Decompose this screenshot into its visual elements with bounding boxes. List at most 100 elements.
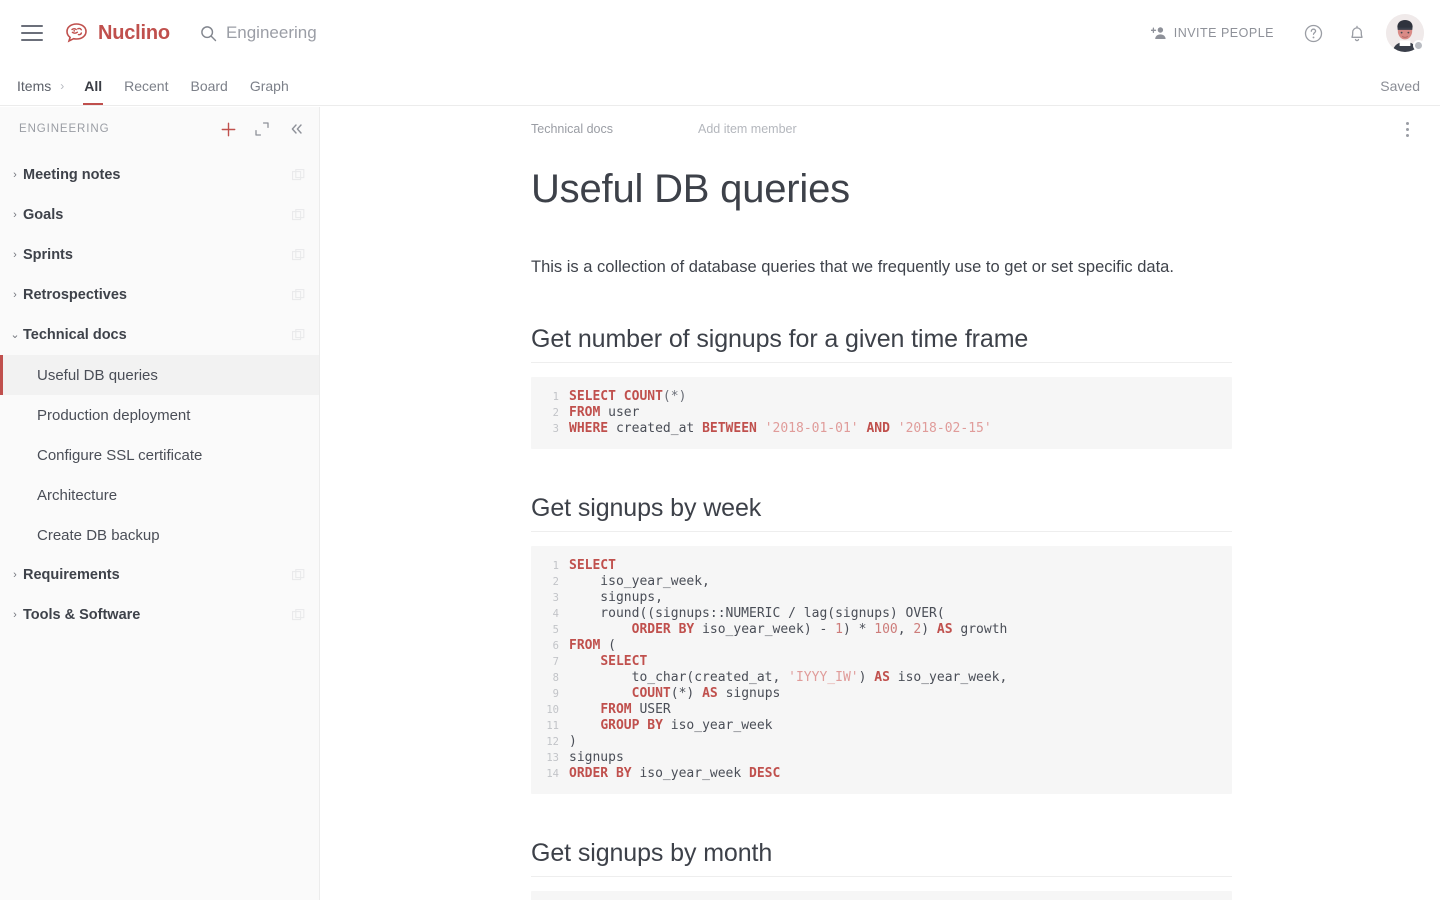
sidebar-group-label: Requirements: [23, 567, 120, 583]
code-token: iso_year_week) -: [702, 622, 835, 637]
save-status: Saved: [1380, 78, 1440, 94]
sidebar-item-useful-db-queries[interactable]: Useful DB queries: [0, 355, 319, 395]
code-token: FROM: [569, 638, 608, 653]
code-line-number: 9: [531, 686, 569, 702]
chevron-right-icon: ›: [9, 170, 21, 181]
document-intro[interactable]: This is a collection of database queries…: [531, 255, 1340, 280]
code-token: ): [569, 734, 577, 749]
page-title[interactable]: Useful DB queries: [531, 165, 1340, 213]
sidebar-item-label: Configure SSL certificate: [37, 447, 202, 464]
code-line: 10 FROM USER: [531, 702, 1232, 718]
code-line-number: 2: [531, 405, 569, 421]
code-line-number: 1: [531, 558, 569, 574]
sidebar-group-requirements[interactable]: › Requirements: [0, 555, 319, 595]
code-line-number: 3: [531, 421, 569, 437]
vertical-dots-icon[interactable]: [1397, 119, 1417, 139]
code-line-number: 4: [531, 606, 569, 622]
expand-button[interactable]: [253, 120, 271, 138]
tab-recent[interactable]: Recent: [113, 66, 179, 105]
breadcrumb-chevron-icon: ›: [60, 79, 64, 93]
sidebar-group-goals[interactable]: › Goals: [0, 195, 319, 235]
notifications-button[interactable]: [1342, 18, 1372, 48]
code-line-number: 3: [531, 590, 569, 606]
sidebar-group-tools-and-software[interactable]: › Tools & Software: [0, 595, 319, 635]
code-token: SELECT: [600, 654, 647, 669]
code-line-number: 1: [531, 389, 569, 405]
code-token: ORDER BY: [569, 766, 639, 781]
code-token: BETWEEN: [702, 421, 765, 436]
hamburger-bar: [21, 25, 43, 27]
tab-board[interactable]: Board: [179, 66, 238, 105]
code-token: 100: [874, 622, 897, 637]
expand-arrows-icon: [255, 122, 269, 136]
sidebar-item-configure-ssl-certificate[interactable]: Configure SSL certificate: [0, 435, 319, 475]
document-pane: Technical docs Add item member Useful DB…: [320, 107, 1440, 900]
code-token: FROM: [600, 702, 639, 717]
code-token: growth: [960, 622, 1007, 637]
code-line-number: 13: [531, 750, 569, 766]
tab-all[interactable]: All: [73, 66, 113, 105]
code-token: signups: [569, 750, 624, 765]
add-person-icon: [1151, 26, 1167, 40]
invite-people-label: INVITE PEOPLE: [1174, 26, 1274, 40]
add-item-button[interactable]: [219, 120, 237, 138]
code-token: '2018-01-01': [765, 421, 867, 436]
code-block-2[interactable]: 1SELECT2 iso_year_week,3 signups,4 round…: [531, 546, 1232, 794]
code-line-content: FROM (: [569, 638, 616, 654]
add-item-member-button[interactable]: Add item member: [698, 122, 797, 136]
collapse-sidebar-button[interactable]: [287, 120, 305, 138]
sidebar-group-technical-docs[interactable]: ⌄ Technical docs: [0, 315, 319, 355]
nuclino-logo[interactable]: Nuclino: [63, 21, 170, 45]
section-heading-2[interactable]: Get signups by week: [531, 494, 1232, 532]
brain-bubble-icon: [63, 21, 91, 45]
sidebar-actions: [219, 120, 305, 138]
code-line: 2 iso_year_week,: [531, 574, 1232, 590]
dot: [1406, 134, 1409, 137]
code-line-content: signups: [569, 750, 624, 766]
sidebar-item-production-deployment[interactable]: Production deployment: [0, 395, 319, 435]
code-line: 3WHERE created_at BETWEEN '2018-01-01' A…: [531, 421, 1232, 437]
code-token: [569, 686, 632, 701]
code-token: ORDER BY: [632, 622, 702, 637]
code-token: SELECT COUNT: [569, 389, 663, 404]
section-heading-3[interactable]: Get signups by month: [531, 839, 1232, 877]
brand-name: Nuclino: [98, 22, 170, 45]
code-token: DESC: [749, 766, 780, 781]
hamburger-icon[interactable]: [21, 25, 43, 41]
code-token: signups,: [569, 590, 663, 605]
code-token: (*): [663, 389, 686, 404]
code-line-content: FROM USER: [569, 702, 671, 718]
tab-label: Board: [190, 78, 227, 94]
search-input[interactable]: Engineering: [200, 23, 317, 43]
tab-graph[interactable]: Graph: [239, 66, 300, 105]
sidebar-group-meeting-notes[interactable]: › Meeting notes: [0, 155, 319, 195]
code-line: 8 to_char(created_at, 'IYYY_IW') AS iso_…: [531, 670, 1232, 686]
code-token: ): [921, 622, 937, 637]
breadcrumb[interactable]: Items: [17, 78, 51, 94]
code-line: 13signups: [531, 750, 1232, 766]
sidebar-item-label: Create DB backup: [37, 527, 160, 544]
invite-people-button[interactable]: INVITE PEOPLE: [1151, 26, 1274, 40]
code-block-3[interactable]: 1SELECT2 iso_year_month,3 signups,4 roun…: [531, 891, 1232, 900]
dot: [1406, 128, 1409, 131]
code-block-1[interactable]: 1SELECT COUNT(*) 2FROM user3WHERE created…: [531, 377, 1232, 449]
help-button[interactable]: [1298, 18, 1328, 48]
code-token: AS: [874, 670, 897, 685]
bell-icon: [1348, 24, 1366, 43]
code-line: 1SELECT: [531, 558, 1232, 574]
code-line-content: FROM user: [569, 405, 639, 421]
section-heading-1[interactable]: Get number of signups for a given time f…: [531, 325, 1232, 363]
parent-collection-link[interactable]: Technical docs: [531, 122, 613, 136]
hamburger-bar: [21, 32, 43, 34]
cluster-icon: [292, 249, 305, 262]
sidebar-item-create-db-backup[interactable]: Create DB backup: [0, 515, 319, 555]
code-token: [569, 622, 632, 637]
sidebar-item-architecture[interactable]: Architecture: [0, 475, 319, 515]
avatar[interactable]: [1386, 14, 1424, 52]
code-token: USER: [639, 702, 670, 717]
sidebar-group-retrospectives[interactable]: › Retrospectives: [0, 275, 319, 315]
code-token: FROM: [569, 405, 608, 420]
code-line-content: ): [569, 734, 577, 750]
top-bar: Nuclino Engineering INVITE PEOPLE: [0, 0, 1440, 66]
sidebar-group-sprints[interactable]: › Sprints: [0, 235, 319, 275]
